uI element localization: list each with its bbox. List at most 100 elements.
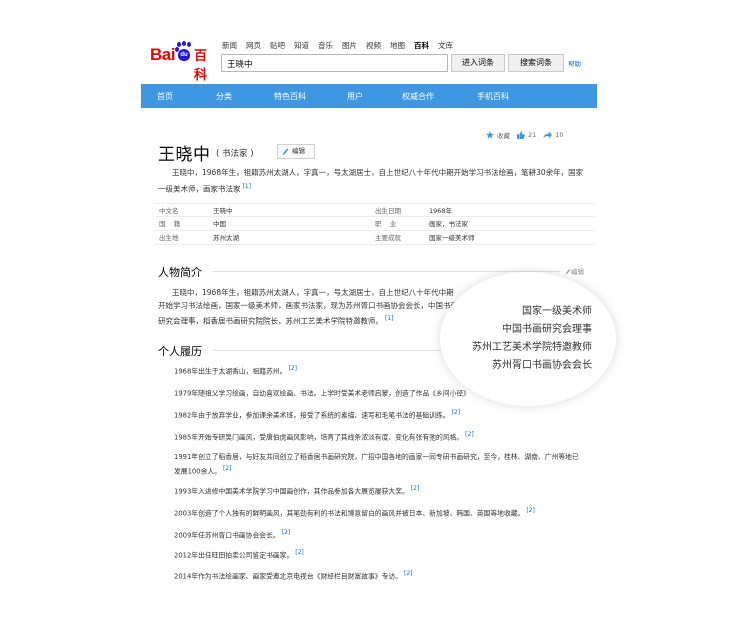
info-row: 国 籍 中国 职 业 画家，书法家 [155, 217, 595, 231]
logo-bai-text: Bai [150, 45, 175, 64]
info-key: 主要成就 [375, 234, 401, 242]
topnav-images[interactable]: 图片 [342, 40, 357, 51]
career-text: 1985年开始专研吴门画风，受唐伯虎画风影响，培育了其线条浓淡有度、变化有张有弛… [174, 433, 464, 442]
intro-reference[interactable]: [1] [385, 315, 394, 322]
career-text: 2012年出任旺田拍卖公司鉴定书画家。 [174, 551, 294, 560]
share-icon [543, 131, 553, 139]
magnifier-callout: 国家一级美术师 中国书画研究会理事 苏州工艺美术学院特邀教师 苏州胥口书画协会会… [440, 272, 616, 406]
like-count: 21 [528, 131, 537, 139]
info-value: 1968年 [429, 207, 453, 215]
topnav-news[interactable]: 新闻 [222, 40, 237, 51]
logo-du-text: du [178, 49, 190, 61]
career-reference[interactable]: [2] [223, 465, 232, 472]
career-item: 2014年作为书法绘画家、画家受邀北京电视台《财经栏目财富故事》专访。 [2] [174, 570, 594, 580]
career-text: 1982年由于放弃学业，参加课余美术班，接受了系统的素描、速写和毛笔书法的基础训… [174, 411, 450, 420]
career-reference[interactable]: [2] [295, 549, 304, 556]
info-value: 中国 [213, 220, 226, 228]
nav-partners[interactable]: 权威合作 [402, 91, 434, 102]
career-item: 1991年创立了稻香居，与好友共同创立了稻香居书画研究院，广招中国各地的画家一同… [174, 451, 579, 477]
career-text: 2014年作为书法绘画家、画家受邀北京电视台《财经栏目财富故事》专访。 [174, 572, 402, 581]
edit-label: 编辑 [292, 147, 305, 155]
career-reference[interactable]: [2] [526, 507, 535, 514]
edit-entry-button[interactable]: 编辑 [277, 144, 315, 159]
info-value: 国家一级美术师 [429, 234, 475, 242]
topnav-zhidao[interactable]: 知道 [294, 40, 309, 51]
info-row: 出生地 苏州太湖 主要成就 国家一级美术师 [155, 231, 595, 245]
career-text: 2009年任苏州胥口书画协会会长。 [174, 531, 280, 540]
career-item: 1985年开始专研吴门画风，受唐伯虎画风影响，培育了其线条浓淡有度、变化有张有弛… [174, 431, 594, 441]
pencil-icon [282, 148, 289, 155]
career-text: 1968年出生于太湖香山，祖籍苏州。 [174, 367, 287, 376]
nav-mobile[interactable]: 手机百科 [477, 91, 509, 102]
nav-categories[interactable]: 分类 [216, 91, 232, 102]
career-reference[interactable]: [2] [282, 529, 291, 536]
summary-text: 王晓中，1968年生，祖籍苏州太湖人，字真一，号太湖居士，自上世纪八十年代中期开… [158, 168, 584, 194]
page: Bai du 百科 新闻 网页 贴吧 知道 音乐 图片 视频 地图 百科 文库 … [0, 0, 750, 618]
top-product-nav: 新闻 网页 贴吧 知道 音乐 图片 视频 地图 百科 文库 [222, 40, 462, 51]
logo-baike-text: 百科 [194, 49, 208, 83]
search-entry-button[interactable]: 搜索词条 [508, 54, 564, 72]
career-item: 1979年随祖父学习绘画，自幼喜欢绘画、书法。上学时受美术老师启蒙，创造了作品《… [174, 387, 594, 397]
nav-featured[interactable]: 特色百科 [274, 91, 306, 102]
career-text: 1979年随祖父学习绘画，自幼喜欢绘画、书法。上学时受美术老师启蒙，创造了作品《… [174, 389, 470, 398]
career-reference[interactable]: [2] [288, 365, 297, 372]
career-reference[interactable]: [2] [465, 431, 474, 438]
career-item: 2003年创造了个人独有的鲜明画风，其笔劲有利的书法和博意留白的画风并被日本、新… [174, 507, 594, 517]
star-icon [486, 131, 494, 139]
career-item: 1982年由于放弃学业，参加课余美术班，接受了系统的素描、速写和毛笔书法的基础训… [174, 409, 594, 419]
thumbs-up-icon [517, 131, 525, 139]
enter-entry-button[interactable]: 进入词条 [451, 54, 505, 72]
info-key: 出生地 [159, 234, 179, 242]
topnav-wenku[interactable]: 文库 [438, 40, 453, 51]
entry-stats: 收藏 21 10 [486, 130, 571, 140]
info-key: 出生日期 [375, 207, 401, 215]
info-value: 王晓中 [213, 207, 233, 215]
topnav-map[interactable]: 地图 [390, 40, 405, 51]
nav-users[interactable]: 用户 [347, 91, 363, 102]
career-item: 1968年出生于太湖香山，祖籍苏州。 [2] [174, 365, 594, 375]
search-input[interactable]: 王晓中 [221, 54, 448, 72]
info-row: 中文名 王晓中 出生日期 1968年 [155, 203, 595, 217]
collect-button[interactable]: 收藏 [486, 130, 510, 140]
career-reference[interactable]: [2] [411, 485, 420, 492]
info-key: 国 籍 [159, 220, 181, 228]
summary-reference[interactable]: [1] [243, 183, 252, 190]
baidu-baike-logo[interactable]: Bai du 百科 [150, 41, 218, 83]
topnav-baike[interactable]: 百科 [414, 40, 429, 51]
topnav-music[interactable]: 音乐 [318, 40, 333, 51]
intro-text: 王晓中，1968年生，祖籍苏州太湖人，字真一，号太湖居士，自上世纪八十年代中期开… [158, 288, 458, 326]
paw-icon: du [175, 41, 193, 62]
main-nav-bar: 首页 分类 特色百科 用户 权威合作 手机百科 [141, 84, 597, 108]
help-link[interactable]: 帮助 [568, 58, 581, 68]
summary-paragraph: 王晓中，1968年生，祖籍苏州太湖人，字真一，号太湖居士，自上世纪八十年代中期开… [158, 166, 588, 197]
collect-label: 收藏 [497, 132, 510, 140]
info-value: 苏州太湖 [213, 234, 239, 242]
page-title: 王晓中 [158, 145, 211, 165]
magnifier-line: 中国书画研究会理事 [502, 324, 592, 335]
intro-edit-button[interactable]: 编辑 [565, 266, 584, 276]
career-reference[interactable]: [2] [452, 409, 461, 416]
magnifier-line: 国家一级美术师 [522, 306, 592, 317]
intro-paragraph: 王晓中，1968年生，祖籍苏州太湖人，字真一，号太湖居士，自上世纪八十年代中期开… [158, 286, 458, 328]
career-text: 1993年入进修中国美术学院学习中国画创作，其作品参加各大展览屡获大奖。 [174, 487, 409, 496]
topnav-web[interactable]: 网页 [246, 40, 261, 51]
info-key: 职 业 [375, 220, 397, 228]
page-subtitle: ( 书法家 ) [216, 149, 254, 159]
topnav-tieba[interactable]: 贴吧 [270, 40, 285, 51]
career-text: 1991年创立了稻香居，与好友共同创立了稻香居书画研究院，广招中国各地的画家一同… [174, 453, 579, 476]
career-text: 2003年创造了个人独有的鲜明画风，其笔劲有利的书法和博意留白的画风并被日本、新… [174, 509, 525, 518]
nav-home[interactable]: 首页 [157, 91, 173, 102]
magnifier-line: 苏州工艺美术学院特邀教师 [472, 342, 592, 353]
intro-heading: 人物简介 [158, 266, 202, 279]
section-divider [212, 271, 560, 272]
share-button[interactable]: 10 [543, 131, 564, 139]
info-table: 中文名 王晓中 出生日期 1968年 国 籍 中国 职 业 画家，书法家 出生地… [155, 203, 595, 245]
topnav-video[interactable]: 视频 [366, 40, 381, 51]
info-value: 画家，书法家 [429, 220, 468, 228]
like-button[interactable]: 21 [517, 131, 536, 139]
career-item: 2012年出任旺田拍卖公司鉴定书画家。 [2] [174, 549, 594, 559]
career-reference[interactable]: [2] [404, 570, 413, 577]
career-item: 1993年入进修中国美术学院学习中国画创作，其作品参加各大展览屡获大奖。 [2] [174, 485, 594, 495]
intro-edit-label: 编辑 [571, 268, 584, 276]
career-heading: 个人履历 [158, 345, 202, 358]
